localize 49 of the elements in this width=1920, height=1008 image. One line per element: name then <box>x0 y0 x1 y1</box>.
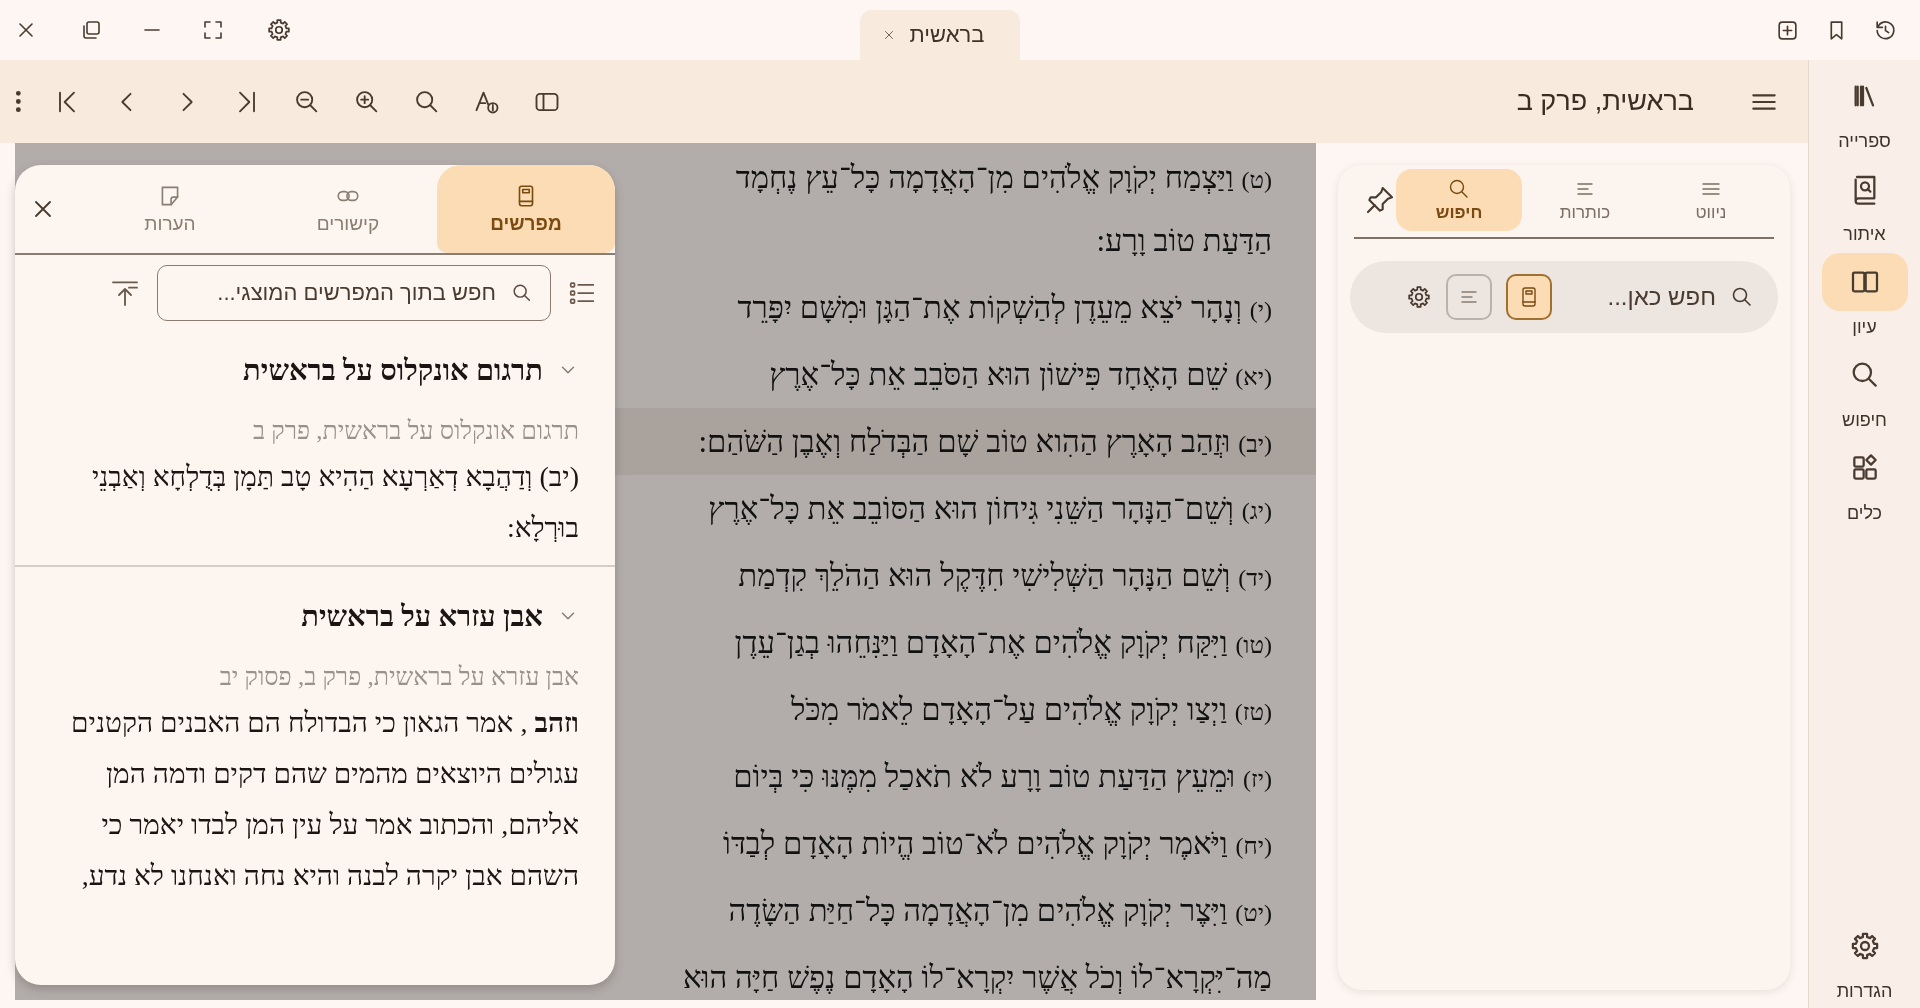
lines-filter-toggle[interactable] <box>1446 274 1492 320</box>
settings-button[interactable] <box>1406 284 1432 310</box>
panel-tab[interactable]: ניווט <box>1648 169 1774 231</box>
chapter-title: בראשית, פרק ב <box>1516 86 1694 117</box>
verse-line: (טו) וַיִּקַּח יְקֹוָק אֱלֹהִים אֶת־הָאָדָם וַיַּנִּחֵהוּ בְגַן־עֵדֶן <box>734 624 1272 662</box>
pin-button[interactable] <box>1364 184 1396 216</box>
commentary-text: וזהב , אמר הגאון כי הבדולח הם האבנים הקטנים עגולים היוצאים מהמים שהם דקים ודמה המן אליהם, והכתוב אמר על עין המן לבדו יאמר כי השהם אבן יקרה לבנה והיא נחה ואנחנו לא נדע, <box>70 706 579 893</box>
verse-line: (יח) וַיֹּאמֶר יְקֹוָק אֱלֹהִים לֹא־טוֹב הֱיוֹת הָאָדָם לְבַדּוֹ <box>723 825 1272 863</box>
verse-line: (טז) וַיְצַו יְקֹוָק אֱלֹהִים עַל־הָאָדָם לֵאמֹר מִכֹּל <box>791 691 1272 729</box>
commentary-reference: תרגום אונקלוס על בראשית, פרק ב <box>252 417 579 445</box>
verse-line: (יא) שֵׁם הָאֶחָד פִּישׁוֹן הוּא הַסֹּבֵב אֵת כָּל־אֶרֶץ <box>769 356 1272 394</box>
commentary-reference: אבן עזרא על בראשית, פרק ב, פסוק יב <box>218 663 579 691</box>
commentary-tab[interactable]: קישורים <box>259 165 437 253</box>
pin-icon <box>1364 184 1396 216</box>
verse-line: מַה־יִּקְרָא־לוֹ וְכֹל אֲשֶׁר יִקְרָא־לוֹ הָאָדָם נֶפֶשׁ חַיָּה הוּא <box>683 959 1272 997</box>
panel-tab[interactable]: חיפוש <box>1396 169 1522 231</box>
commentary-header[interactable]: אבן עזרא על בראשית <box>39 581 579 651</box>
fullscreen-icon <box>201 18 225 42</box>
verse-line: הַדַּעַת טוֹב וָרָע: <box>1096 222 1272 260</box>
verse-line: (יט) וַיִּצֶר יְקֹוָק אֱלֹהִים מִן־הָאֲדָמָה כָּל־חַיַּת הַשָּׂדֶה <box>728 892 1272 930</box>
fullscreen-button[interactable] <box>201 18 225 42</box>
document-tab[interactable]: בראשית <box>859 10 1021 60</box>
commentary-tab[interactable]: הערות <box>81 165 259 253</box>
book-filter-toggle[interactable] <box>1506 274 1552 320</box>
more-icon <box>16 91 21 112</box>
search-icon <box>511 282 533 304</box>
rail-item[interactable]: ספרייה <box>1821 67 1908 152</box>
search-field[interactable]: חפש בתוך המפרשים המוצגי... <box>157 265 551 321</box>
minimize-icon <box>144 29 160 31</box>
commentary-header[interactable]: תרגום אונקלוס על בראשית <box>39 335 579 405</box>
more-button[interactable] <box>16 91 21 112</box>
verse-line: (יז) וּמֵעֵץ הַדַּעַת טוֹב וָרָע לֹא תֹאכַל מִמֶּנּוּ כִּי בְּיוֹם <box>733 758 1272 796</box>
rail-item[interactable]: איתור <box>1821 160 1908 245</box>
commentary-tab[interactable]: מפרשים <box>437 165 615 253</box>
rail-item[interactable]: חיפוש <box>1821 346 1908 431</box>
verse-line: (ט) וַיַּצְמַח יְקֹוָק אֱלֹהִים מִן־הָאֲדָמָה כָּל־עֵץ נֶחְמָד <box>735 159 1272 197</box>
settings-icon <box>1406 284 1432 310</box>
panel-tab[interactable]: כותרות <box>1522 169 1648 231</box>
search-icon <box>1730 285 1754 309</box>
commentary-text: (יב) וְדַהֲבָא דְאַרְעָא הַהִיא טָב תַּמָן בְּדֻלְחָא וְאַבְנֵי בוּרְלָא: <box>90 460 579 545</box>
settings-icon <box>266 17 292 43</box>
verse-line: (יג) וְשֵׁם־הַנָּהָר הַשֵּׁנִי גִּיחוֹן הוּא הַסּוֹבֵב אֵת כָּל־אֶרֶץ <box>708 490 1272 528</box>
verse-line: (י) וְנָהָר יֹצֵא מֵעֵדֶן לְהַשְׁקוֹת אֶת־הַגָּן וּמִשָּׁם יִפָּרֵד <box>737 289 1272 327</box>
rail-item[interactable]: כלים <box>1821 439 1908 524</box>
verse-line: (יד) וְשֵׁם הַנָּהָר הַשְּׁלִישִׁי חִדֶּקֶל הוּא הַהֹלֵךְ קִדְמַת <box>738 557 1272 595</box>
rail-item[interactable]: הגדרות <box>1821 917 1908 1002</box>
search-field[interactable]: חפש כאן... <box>1566 283 1716 311</box>
settings-button[interactable] <box>266 17 292 43</box>
verse-line: (יב) וּזֲהַב הָאָרֶץ הַהִוא טוֹב שָׁם הַבְּדֹלַח וְאֶבֶן הַשֹּׁהַם: <box>698 423 1272 461</box>
